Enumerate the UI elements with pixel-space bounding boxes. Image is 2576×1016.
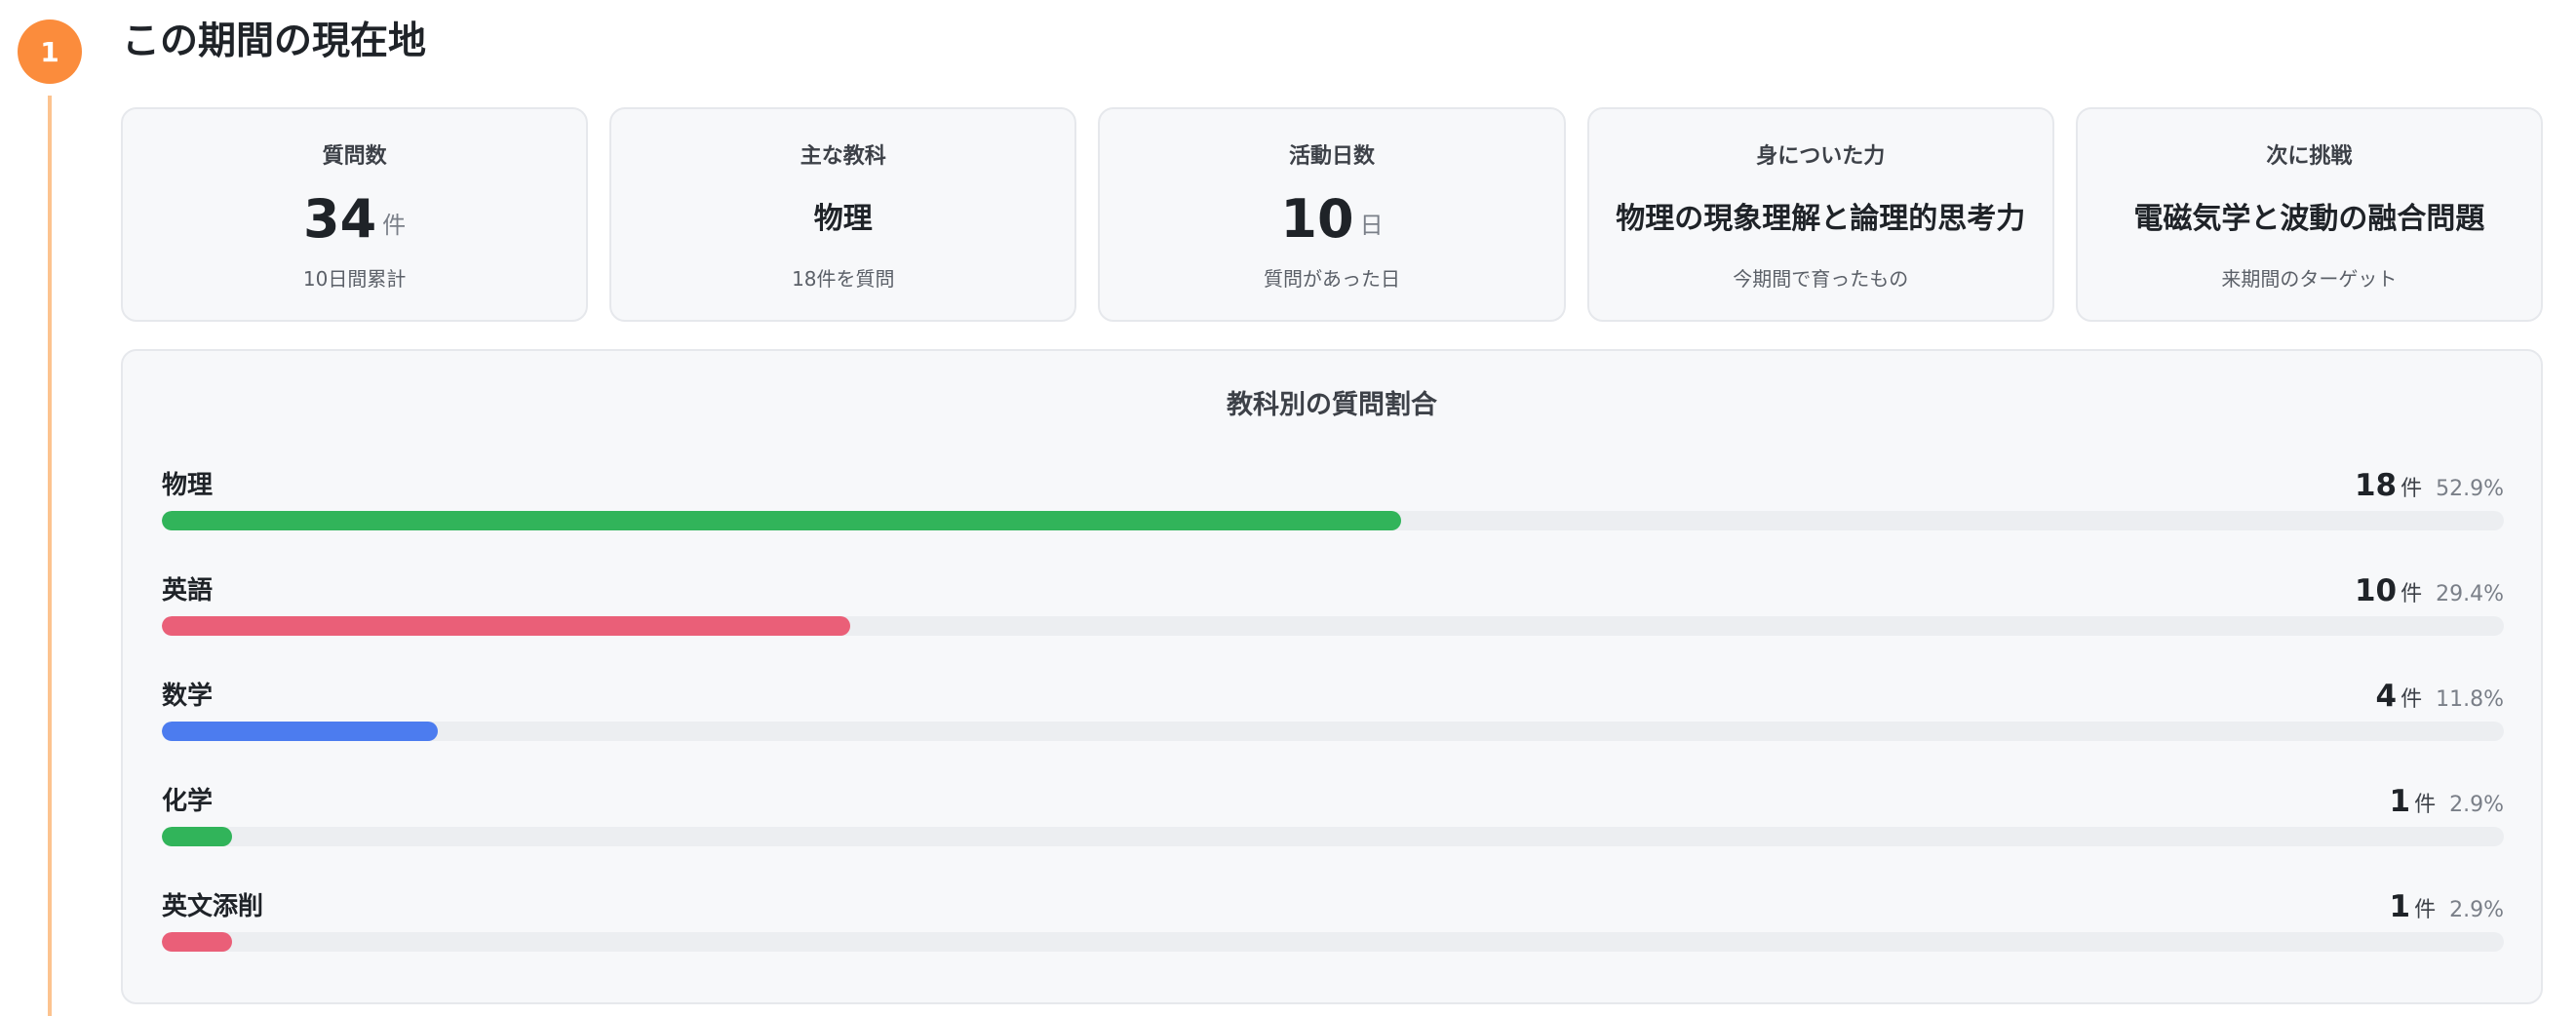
- stat-label: 活動日数: [1289, 144, 1376, 169]
- subject-percent: 2.9%: [2449, 898, 2504, 922]
- stat-value: 物理: [813, 202, 873, 236]
- subject-row-english-writing: 英文添削 1 件 2.9%: [162, 887, 2504, 952]
- subject-count: 1: [2389, 784, 2411, 819]
- subject-unit: 件: [2414, 898, 2437, 922]
- subject-percent: 29.4%: [2436, 582, 2504, 606]
- stat-card-active-days: 活動日数 10 日 質問があった日: [1098, 107, 1566, 322]
- stat-label: 次に挑戦: [2266, 144, 2353, 169]
- page: 1 この期間の現在地 質問数 34 件 10日間累計 主な教科 物理 18件を質…: [0, 0, 2576, 1016]
- stat-caption: 今期間で育ったもの: [1733, 267, 1909, 291]
- stat-caption: 10日間累計: [302, 267, 407, 291]
- stat-value: 電磁気学と波動の融合問題: [2133, 202, 2485, 236]
- subject-percent: 2.9%: [2449, 793, 2504, 817]
- stat-caption: 質問があった日: [1264, 267, 1400, 291]
- bar-fill-chemistry: [162, 827, 232, 846]
- bar-fill-english: [162, 616, 851, 636]
- subject-unit: 件: [2400, 687, 2423, 712]
- stat-value: 34: [303, 188, 377, 250]
- subject-row-math: 数学 4 件 11.8%: [162, 677, 2504, 741]
- stat-value: 物理の現象理解と論理的思考力: [1616, 202, 2026, 236]
- bar-track: [162, 722, 2504, 741]
- bar-track: [162, 616, 2504, 636]
- subject-count: 4: [2375, 679, 2398, 714]
- subject-percent: 11.8%: [2436, 687, 2504, 712]
- stat-label: 質問数: [322, 144, 387, 169]
- stat-caption: 来期間のターゲット: [2221, 267, 2398, 291]
- stat-caption: 18件を質問: [792, 267, 895, 291]
- subject-row-english: 英語 10 件 29.4%: [162, 571, 2504, 636]
- section-title: この期間の現在地: [122, 20, 427, 63]
- subject-unit: 件: [2400, 582, 2423, 606]
- stat-cards: 質問数 34 件 10日間累計 主な教科 物理 18件を質問 活動日数 10 日…: [121, 107, 2544, 322]
- stat-value: 10: [1280, 188, 1354, 250]
- stat-unit: 件: [382, 211, 407, 239]
- stat-card-next-challenge: 次に挑戦 電磁気学と波動の融合問題 来期間のターゲット: [2075, 107, 2544, 322]
- subject-unit: 件: [2414, 793, 2437, 817]
- subject-name: 英語: [162, 576, 214, 606]
- subject-count: 18: [2354, 468, 2398, 503]
- bar-track: [162, 827, 2504, 846]
- subject-name: 英文添削: [162, 892, 264, 921]
- subject-row-physics: 物理 18 件 52.9%: [162, 466, 2504, 530]
- bar-fill-physics: [162, 511, 1401, 530]
- subject-count: 1: [2389, 889, 2411, 924]
- stat-card-main-subject: 主な教科 物理 18件を質問: [609, 107, 1077, 322]
- step-number-badge: 1: [18, 20, 82, 84]
- subject-row-chemistry: 化学 1 件 2.9%: [162, 782, 2504, 846]
- stat-unit: 日: [1359, 211, 1384, 239]
- bar-track: [162, 511, 2504, 530]
- stat-card-acquired-skill: 身についた力 物理の現象理解と論理的思考力 今期間で育ったもの: [1586, 107, 2054, 322]
- subject-name: 物理: [162, 471, 214, 500]
- subject-name: 化学: [162, 787, 214, 816]
- bar-fill-math: [162, 722, 439, 741]
- stat-card-question-count: 質問数 34 件 10日間累計: [121, 107, 589, 322]
- bar-fill-english-writing: [162, 932, 232, 952]
- subject-name: 数学: [162, 682, 214, 711]
- subject-count: 10: [2354, 573, 2398, 608]
- panel-title: 教科別の質問割合: [1227, 390, 1437, 420]
- subject-percent: 52.9%: [2436, 477, 2504, 501]
- bar-track: [162, 932, 2504, 952]
- stat-label: 主な教科: [800, 144, 886, 169]
- timeline-line: [48, 96, 52, 1016]
- subject-unit: 件: [2400, 477, 2423, 501]
- subject-ratio-panel: 教科別の質問割合 物理 18 件 52.9% 英語 10 件 29.4% 数学 …: [121, 349, 2543, 1004]
- stat-label: 身についた力: [1756, 144, 1886, 169]
